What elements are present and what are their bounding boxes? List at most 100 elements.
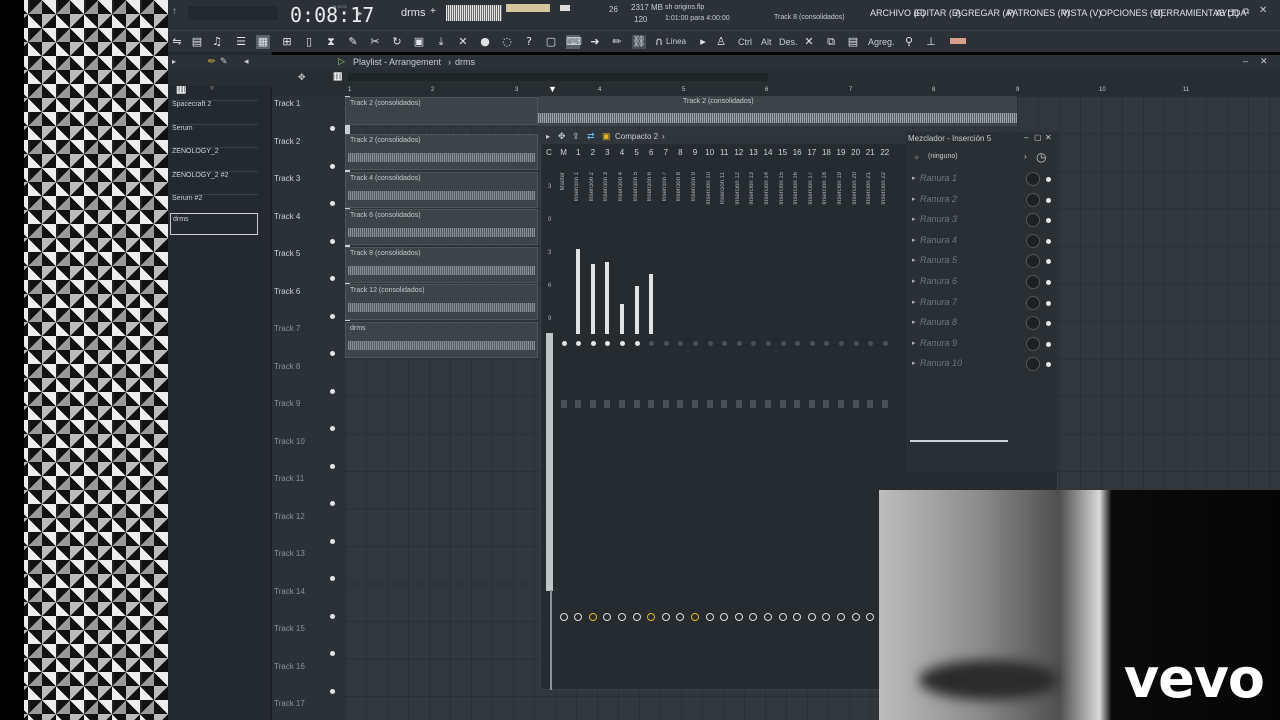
minimize-icon[interactable]: –	[1229, 6, 1235, 17]
mixer-route-knob[interactable]	[559, 613, 568, 621]
channel-item[interactable]: Spacecraft 2	[170, 98, 258, 120]
slot-enable-led[interactable]	[1046, 238, 1051, 244]
brush-icon[interactable]: ✎	[346, 35, 360, 49]
track-label[interactable]: Track 11	[274, 474, 304, 483]
mixer-strip-name[interactable]: Inserción 20	[852, 172, 858, 205]
mixer-route-knob[interactable]	[764, 613, 772, 621]
effect-slot[interactable]: Ranura 1	[920, 173, 957, 183]
mixer-fader[interactable]	[750, 400, 757, 408]
effect-slot[interactable]: Ranura 4	[920, 235, 957, 245]
playlist-clip[interactable]: Track 6 (consolidados)	[345, 209, 538, 245]
slot-enable-led[interactable]	[1046, 280, 1051, 285]
metronome-icon[interactable]: ⚲	[902, 35, 916, 49]
track-mute-led[interactable]	[330, 688, 335, 694]
channel-item[interactable]: Serum	[170, 122, 258, 144]
track-mute-led[interactable]	[330, 238, 335, 244]
mixer-route-knob[interactable]	[588, 613, 597, 621]
arrow-right-icon[interactable]: ➜	[588, 35, 602, 49]
track-label[interactable]: Track 17	[274, 699, 305, 708]
slot-expand-icon[interactable]: ▸	[912, 236, 916, 244]
slot-expand-icon[interactable]: ▸	[912, 298, 916, 306]
mixer-fader[interactable]	[794, 400, 801, 408]
mixer-strip-name[interactable]: Inserción 15	[779, 172, 785, 205]
link-icon[interactable]: ⛓	[632, 35, 646, 49]
channel-rack-icon[interactable]: ☰	[234, 35, 248, 49]
track-label[interactable]: Track 5	[274, 249, 300, 258]
mixer-strip-name[interactable]: Inserción 1	[574, 172, 580, 201]
slot-enable-led[interactable]	[1046, 341, 1051, 347]
track-label[interactable]: Track 14	[274, 587, 305, 596]
mic-icon[interactable]: ●	[478, 35, 492, 49]
restore-icon[interactable]: ▢	[1034, 133, 1042, 142]
playhead-marker-icon[interactable]: ▼	[548, 84, 557, 94]
slot-enable-led[interactable]	[1046, 300, 1051, 306]
track-label[interactable]: Track 8	[274, 362, 300, 371]
mixer-enable-led[interactable]	[809, 341, 815, 346]
track-mute-led[interactable]	[330, 538, 335, 544]
playlist-clip[interactable]: Track 2 (consolidados)	[345, 134, 538, 170]
mixer-route-knob[interactable]	[705, 613, 714, 621]
mixer-fader[interactable]	[560, 400, 567, 408]
snap-mode[interactable]: Línea	[666, 37, 686, 46]
effect-slot[interactable]: Ranura 5	[920, 255, 957, 265]
playlist-clip[interactable]: Track 12 (consolidados)	[345, 284, 538, 320]
mixer-strip-name[interactable]: Inserción 10	[706, 172, 712, 205]
slot-mix-knob[interactable]	[1026, 192, 1040, 207]
volume-meter[interactable]	[506, 4, 550, 12]
mixer-strip-name[interactable]: Inserción 2	[589, 172, 595, 201]
magnet-icon[interactable]: ∩	[652, 35, 666, 49]
insert-volume-slider[interactable]	[910, 440, 1008, 442]
mixer-fader[interactable]	[735, 400, 742, 408]
track-label[interactable]: Track 16	[274, 662, 305, 671]
mixer-fader[interactable]	[706, 400, 713, 408]
plugin-icon[interactable]: ⧗	[324, 35, 338, 49]
track-mute-led[interactable]	[330, 313, 335, 319]
track-mute-led[interactable]	[330, 463, 335, 469]
mute-tool-icon[interactable]: ◂	[244, 56, 249, 67]
mixer-fader[interactable]	[589, 400, 596, 408]
mixer-strip-name[interactable]: Inserción 16	[793, 172, 799, 205]
mixer-fader[interactable]	[662, 400, 669, 408]
effect-slot[interactable]: Ranura 3	[920, 214, 957, 224]
track-mute-led[interactable]	[330, 351, 335, 356]
slot-expand-icon[interactable]: ▸	[912, 277, 916, 285]
mixer-strip-name[interactable]: Inserción 4	[618, 172, 624, 201]
track-mute-led[interactable]	[330, 501, 335, 506]
track-mute-led[interactable]	[330, 276, 335, 281]
mixer-strip-name[interactable]: Inserción 18	[822, 172, 828, 205]
play-arrow-icon[interactable]: ▸	[358, 8, 363, 19]
folder-icon[interactable]: ▣	[602, 131, 611, 142]
slot-mix-knob[interactable]	[1026, 233, 1040, 248]
link-icon[interactable]: ⇄	[587, 131, 595, 142]
mixer-route-knob[interactable]	[691, 613, 699, 621]
slot-expand-icon[interactable]: ▸	[912, 359, 916, 367]
mixer-strip-name[interactable]: Inserción 9	[691, 172, 697, 201]
mixer-strip-name[interactable]: Inserción 5	[633, 172, 639, 201]
browser-icon[interactable]: ⊞	[280, 35, 294, 49]
menu-agregar[interactable]: AGREGAR (A)	[955, 8, 1015, 18]
track-mute-led[interactable]	[330, 201, 335, 206]
add-pattern-icon[interactable]: +	[430, 6, 436, 17]
mixer-route-knob[interactable]	[618, 613, 626, 621]
track-label[interactable]: Track 13	[274, 549, 305, 558]
mixer-strip-name[interactable]: Inserción 22	[881, 172, 887, 205]
playlist-clip[interactable]: Track 2 (consolidados)	[345, 97, 538, 125]
track-label[interactable]: Track 6	[274, 287, 300, 296]
channel-item[interactable]: ZENOLOGY_2 #2	[170, 169, 258, 191]
slot-expand-icon[interactable]: ▸	[912, 215, 916, 223]
menu-editar[interactable]: EDITAR (E)	[914, 8, 961, 18]
track-label[interactable]: Track 15	[274, 624, 305, 633]
chat-icon[interactable]: ◌	[500, 35, 514, 49]
save-icon[interactable]: ▣	[412, 35, 426, 49]
mixer-route-knob[interactable]	[661, 613, 670, 621]
mixer-fader[interactable]	[852, 400, 859, 408]
mixer-route-knob[interactable]	[632, 613, 641, 621]
mixer-enable-led[interactable]	[663, 341, 669, 346]
slot-enable-led[interactable]	[1046, 177, 1051, 182]
mixer-strip-name[interactable]: Inserción 11	[720, 172, 726, 204]
pencil-icon[interactable]: ✏	[610, 35, 624, 49]
ctrl-key[interactable]: Ctrl	[738, 37, 752, 47]
mixer-route-knob[interactable]	[734, 613, 743, 621]
help-icon[interactable]: ?	[522, 35, 536, 49]
track-mute-led[interactable]	[330, 576, 335, 581]
